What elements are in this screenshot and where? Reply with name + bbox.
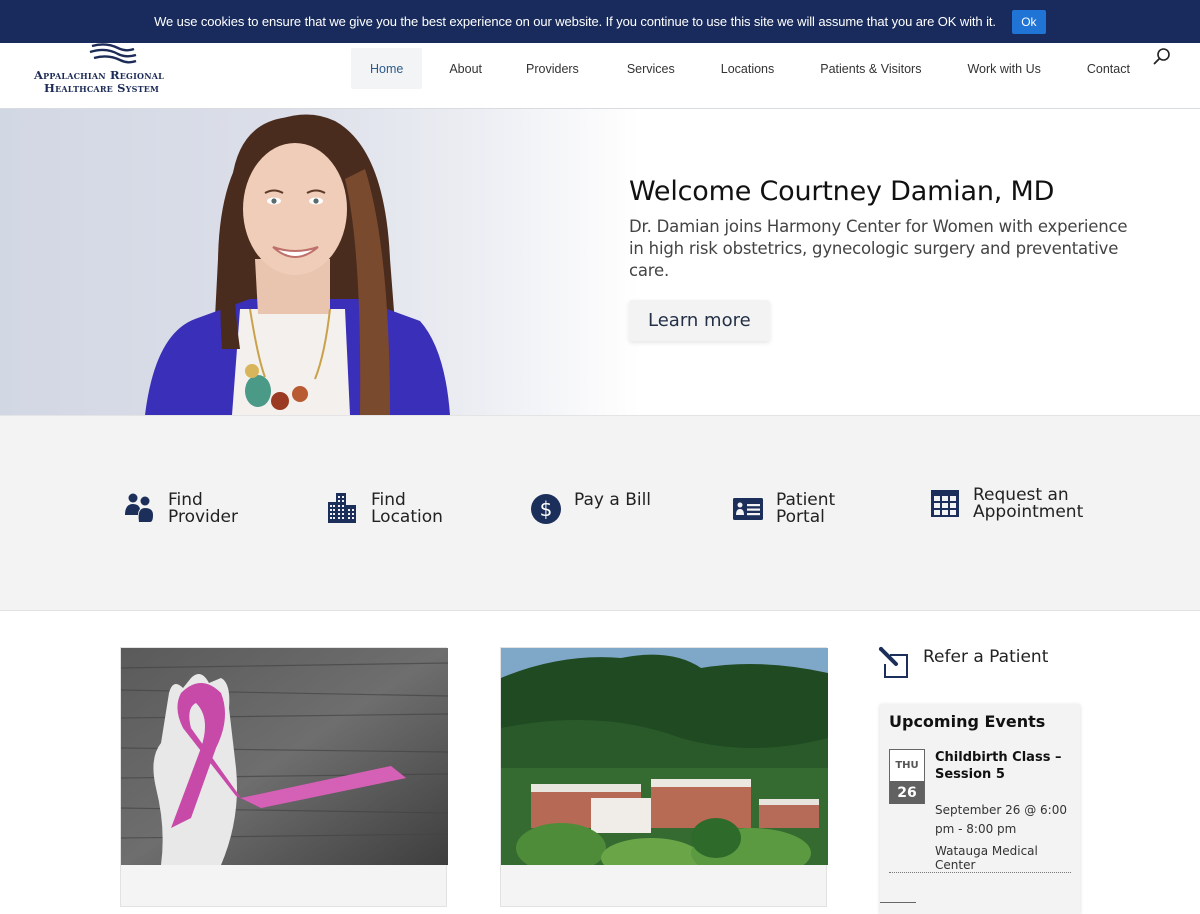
logo[interactable]: Appalachian Regional Healthcare System xyxy=(34,43,194,103)
hero-content: Welcome Courtney Damian, MD Dr. Damian j… xyxy=(629,176,1129,341)
calendar-grid-icon xyxy=(931,490,959,517)
svg-text:$: $ xyxy=(540,497,553,521)
quick-link-find-provider[interactable]: Find Provider xyxy=(124,492,288,526)
quick-link-patient-portal[interactable]: Patient Portal xyxy=(732,492,896,526)
event-item: THU 26 Childbirth Class – Session 5 Sept… xyxy=(889,749,1071,873)
search-icon[interactable] xyxy=(1152,47,1172,67)
hero-description: Dr. Damian joins Harmony Center for Wome… xyxy=(629,217,1128,280)
event-datetime: September 26 @ 6:00 pm - 8:00 pm xyxy=(935,803,1067,836)
cookie-message: We use cookies to ensure that we give yo… xyxy=(154,14,996,29)
id-card-icon xyxy=(733,498,763,520)
news-card[interactable] xyxy=(500,647,828,907)
event-details: Childbirth Class – Session 5 September 2… xyxy=(935,749,1080,872)
quick-link-request-appointment[interactable]: Request an Appointment xyxy=(929,487,1113,521)
events-title: Upcoming Events xyxy=(889,712,1046,731)
nav-about[interactable]: About xyxy=(430,48,501,89)
quick-link-pay-bill[interactable]: $ Pay a Bill xyxy=(530,492,694,524)
refer-patient-link[interactable]: Refer a Patient xyxy=(878,646,1048,678)
event-day-of-week: THU xyxy=(895,760,919,771)
label-line2: Provider xyxy=(168,507,238,527)
next-event-date-badge xyxy=(880,902,916,912)
cookie-bar: We use cookies to ensure that we give yo… xyxy=(0,0,1200,43)
cookie-ok-button[interactable]: Ok xyxy=(1011,9,1046,34)
nav-locations[interactable]: Locations xyxy=(702,48,794,89)
nav-work-with-us[interactable]: Work with Us xyxy=(948,48,1059,89)
hero-banner: Welcome Courtney Damian, MD Dr. Damian j… xyxy=(0,109,1200,415)
label-line2: Portal xyxy=(776,507,825,527)
quick-links: Find Provider Find Location $ Pay a Bill… xyxy=(0,415,1200,611)
logo-waves-icon xyxy=(89,43,137,64)
label-line1: Pay a Bill xyxy=(574,490,652,510)
news-card[interactable] xyxy=(120,647,449,907)
event-date-badge: THU 26 xyxy=(889,749,925,804)
nav-providers[interactable]: Providers xyxy=(507,48,598,89)
event-day-number: 26 xyxy=(890,781,924,804)
refer-patient-label: Refer a Patient xyxy=(923,647,1049,667)
quick-link-find-location[interactable]: Find Location xyxy=(327,492,491,526)
quick-link-label: Find Location xyxy=(371,492,491,526)
edit-referral-icon xyxy=(879,647,908,678)
site-header: Appalachian Regional Healthcare System H… xyxy=(0,43,1200,109)
dollar-circle-icon: $ xyxy=(531,494,561,524)
quick-link-label: Patient Portal xyxy=(776,492,896,526)
main-nav: Home About Providers Services Locations … xyxy=(351,48,1149,89)
nav-contact[interactable]: Contact xyxy=(1068,48,1149,89)
users-icon xyxy=(125,493,153,522)
event-title-link[interactable]: Childbirth Class – Session 5 xyxy=(935,749,1080,783)
quick-link-label: Pay a Bill xyxy=(574,492,694,509)
upcoming-events-widget: Upcoming Events THU 26 Childbirth Class … xyxy=(880,704,1080,914)
logo-text-line1: Appalachian Regional xyxy=(34,68,164,82)
quick-link-label: Request an Appointment xyxy=(973,487,1113,521)
hero-title: Welcome Courtney Damian, MD xyxy=(629,176,1055,207)
label-line2: Location xyxy=(371,507,443,527)
building-icon xyxy=(328,493,356,523)
logo-text-line2: Healthcare System xyxy=(44,81,160,95)
nav-services[interactable]: Services xyxy=(608,48,694,89)
event-venue: Watauga Medical Center xyxy=(935,844,1038,872)
nav-patients-visitors[interactable]: Patients & Visitors xyxy=(801,48,940,89)
hospital-campus-image xyxy=(501,648,828,878)
nav-home[interactable]: Home xyxy=(351,48,423,89)
quick-link-label: Find Provider xyxy=(168,492,288,526)
doctor-photo xyxy=(145,114,450,415)
pink-ribbon-image xyxy=(120,648,449,865)
label-line2: Appointment xyxy=(973,502,1084,522)
learn-more-button[interactable]: Learn more xyxy=(629,300,770,341)
